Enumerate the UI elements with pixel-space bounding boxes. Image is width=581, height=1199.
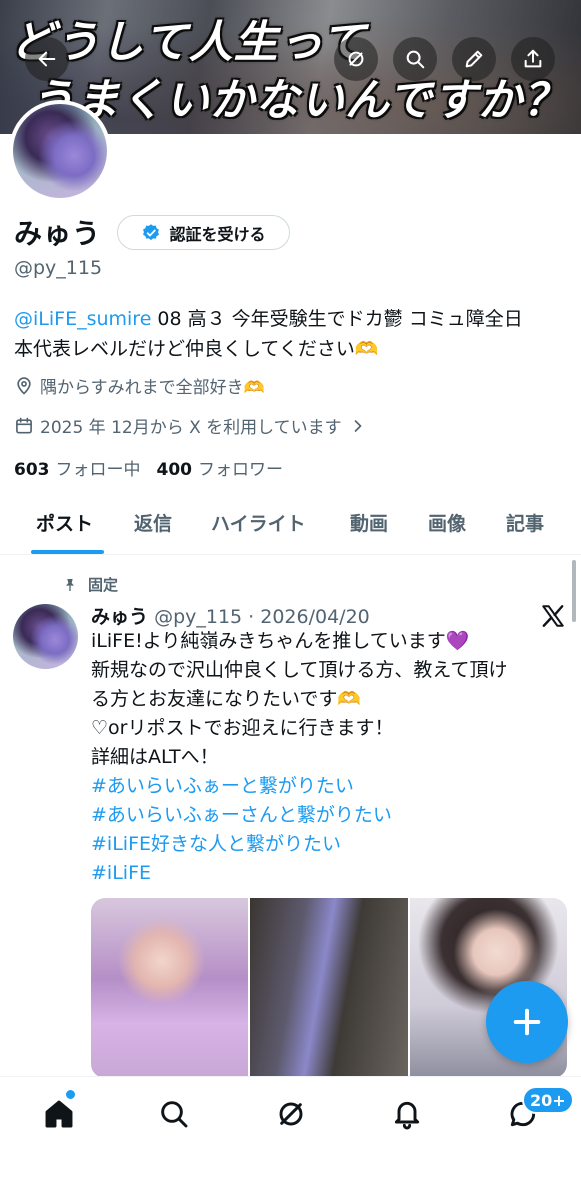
back-button[interactable] xyxy=(25,37,69,81)
back-icon xyxy=(38,51,56,67)
tab-photos[interactable]: 画像 xyxy=(428,509,466,536)
hashtag-link[interactable]: #あいらいふぁーと繋がりたい xyxy=(91,772,571,801)
avatar-image xyxy=(13,104,107,198)
nav-grok[interactable] xyxy=(271,1094,311,1134)
pinned-label: 固定 xyxy=(88,576,119,594)
joined-text: 2025 年 12月から X を利用しています xyxy=(40,418,342,438)
compose-post-button[interactable] xyxy=(486,981,568,1063)
post-line: 詳細はALTへ！ xyxy=(91,746,219,768)
search-icon xyxy=(406,50,425,69)
profile-tabs: ポスト 返信 ハイライト 動画 画像 記事 xyxy=(0,497,581,555)
bio-mention-link[interactable]: @iLiFE_sumire xyxy=(14,308,151,330)
get-verified-label: 認証を受ける xyxy=(169,224,266,244)
followers-count: 400 xyxy=(156,460,193,480)
calendar-icon xyxy=(16,417,32,433)
nav-home[interactable] xyxy=(39,1094,79,1134)
grok-icon xyxy=(348,51,364,67)
following-label: フォロー中 xyxy=(55,460,141,480)
post-author-meta: @py_115 · 2026/04/20 xyxy=(154,606,370,628)
followers-label: フォロワー xyxy=(198,460,283,480)
profile-location: 隅からすみれまで全部好き🫶 xyxy=(14,373,265,398)
bottom-navigation xyxy=(0,1076,581,1199)
edit-icon xyxy=(465,50,483,68)
post-line: る方とお友達になりたいです🫶 xyxy=(91,688,362,710)
post-line: 新規なので沢山仲良くして頂ける方、教えて頂け xyxy=(91,659,508,681)
tab-highlights[interactable]: ハイライト xyxy=(211,509,306,536)
location-text: 隅からすみれまで全部好き🫶 xyxy=(40,378,265,398)
hashtag-link[interactable]: #iLiFE好きな人と繋がりたい xyxy=(91,830,571,859)
grok-icon xyxy=(279,1102,303,1126)
nav-search[interactable] xyxy=(154,1094,194,1134)
bio-text-2: 本代表レベルだけど仲良くしてください🫶 xyxy=(14,338,379,360)
follow-stats: 603 フォロー中 400 フォロワー xyxy=(14,455,283,480)
post-line: ♡orリポストでお迎えに行きます！ xyxy=(91,717,394,739)
pinned-indicator: 固定 xyxy=(62,574,118,595)
home-icon xyxy=(45,1100,73,1128)
home-notification-dot xyxy=(66,1090,75,1099)
share-button[interactable] xyxy=(511,37,555,81)
profile-joined[interactable]: 2025 年 12月から X を利用しています xyxy=(14,413,368,438)
grok-button[interactable] xyxy=(334,37,378,81)
verified-badge-icon xyxy=(143,223,160,240)
search-button[interactable] xyxy=(393,37,437,81)
post-image[interactable] xyxy=(250,898,408,1078)
tab-replies[interactable]: 返信 xyxy=(134,509,172,536)
profile-bio: @iLiFE_sumire 08 高３ 今年受験生でドカ鬱 コミュ障全日 本代表… xyxy=(14,304,574,364)
tab-videos[interactable]: 動画 xyxy=(350,509,388,536)
profile-handle: @py_115 xyxy=(14,257,103,279)
edit-button[interactable] xyxy=(452,37,496,81)
following-link[interactable]: 603 フォロー中 xyxy=(14,455,141,480)
scrollbar[interactable] xyxy=(572,560,576,622)
messages-badge: 20+ xyxy=(522,1086,574,1114)
notifications-icon xyxy=(394,1101,420,1130)
location-pin-icon xyxy=(17,376,31,394)
plus-icon xyxy=(513,1008,541,1036)
hashtag-link[interactable]: #あいらいふぁーさんと繋がりたい xyxy=(91,801,571,830)
following-count: 603 xyxy=(14,460,50,480)
pin-icon xyxy=(66,578,74,591)
followers-link[interactable]: 400 フォロワー xyxy=(157,455,284,480)
x-logo-icon[interactable] xyxy=(540,603,566,629)
post-image[interactable] xyxy=(91,898,249,1078)
profile-avatar[interactable] xyxy=(9,100,111,202)
share-icon xyxy=(524,49,542,68)
search-icon xyxy=(161,1101,188,1128)
post-media-grid xyxy=(91,898,567,1078)
bio-text-1: 08 高３ 今年受験生でドカ鬱 コミュ障全日 xyxy=(151,308,523,330)
post-header: みゅう @py_115 · 2026/04/20 xyxy=(91,602,370,629)
post-body[interactable]: iLiFE!より純嶺みきちゃんを推しています💜 新規なので沢山仲良くして頂ける方… xyxy=(91,627,571,888)
hashtag-link[interactable]: #iLiFE xyxy=(91,859,571,888)
post-author-name[interactable]: みゅう xyxy=(91,606,148,628)
active-tab-indicator xyxy=(31,550,104,554)
tab-posts[interactable]: ポスト xyxy=(36,509,93,536)
post-line: iLiFE!より純嶺みきちゃんを推しています💜 xyxy=(91,630,470,652)
tab-articles[interactable]: 記事 xyxy=(506,509,544,536)
get-verified-button[interactable]: 認証を受ける xyxy=(117,215,290,250)
nav-notifications[interactable] xyxy=(387,1094,427,1134)
profile-name: みゅう xyxy=(14,217,102,250)
chevron-right-icon xyxy=(354,419,361,432)
post-author-avatar[interactable] xyxy=(13,604,78,669)
